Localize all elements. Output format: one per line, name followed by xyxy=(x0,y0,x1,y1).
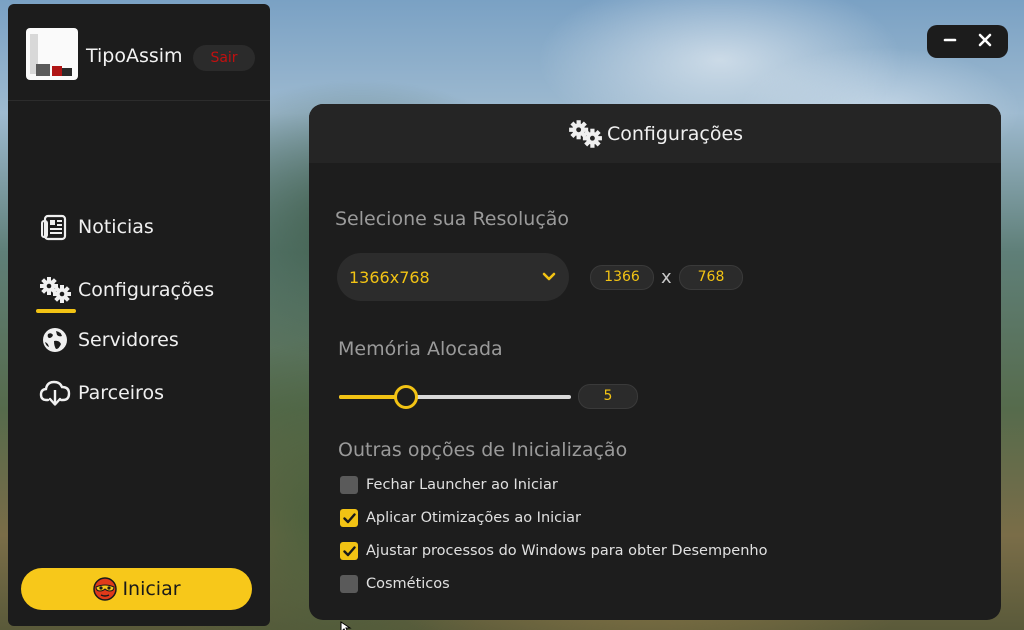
window-controls xyxy=(927,25,1008,58)
avatar xyxy=(26,28,78,80)
resolution-select[interactable]: 1366x768 xyxy=(337,253,569,301)
username: TipoAssim xyxy=(86,45,183,67)
checkbox[interactable] xyxy=(340,509,358,527)
sidebar-item-configuracoes[interactable]: Configurações xyxy=(38,273,214,307)
settings-panel: Configurações Selecione sua Resolução 13… xyxy=(309,104,1001,620)
option-ajustar-processos[interactable]: Ajustar processos do Windows para obter … xyxy=(340,542,767,560)
memory-slider[interactable] xyxy=(339,384,571,410)
active-indicator xyxy=(36,309,76,313)
sidebar-item-parceiros[interactable]: Parceiros xyxy=(38,376,164,410)
gears-icon xyxy=(38,273,72,307)
panel-header: Configurações xyxy=(309,104,1001,163)
memory-value-field[interactable]: 5 xyxy=(578,384,638,409)
memory-section-title: Memória Alocada xyxy=(338,338,503,360)
resolution-height-field[interactable]: 768 xyxy=(679,265,743,290)
newspaper-icon xyxy=(38,210,72,244)
resolution-section-title: Selecione sua Resolução xyxy=(335,208,570,230)
cloud-download-icon xyxy=(38,376,72,410)
sidebar-item-label: Servidores xyxy=(78,329,179,351)
minimize-icon xyxy=(943,32,957,51)
close-button[interactable] xyxy=(971,28,999,56)
chevron-down-icon xyxy=(541,269,557,285)
slider-thumb[interactable] xyxy=(394,385,418,409)
mouse-cursor-icon xyxy=(340,618,352,630)
startup-section-title: Outras opções de Inicialização xyxy=(338,439,628,461)
close-icon xyxy=(978,32,992,51)
option-label: Aplicar Otimizações ao Iniciar xyxy=(366,510,582,526)
divider xyxy=(8,100,270,101)
sidebar: TipoAssim Sair Noticias Configurações Se… xyxy=(8,4,270,626)
sidebar-item-label: Configurações xyxy=(78,279,215,301)
option-label: Fechar Launcher ao Iniciar xyxy=(366,477,558,493)
option-fechar-launcher[interactable]: Fechar Launcher ao Iniciar xyxy=(340,476,558,494)
sidebar-item-label: Noticias xyxy=(78,216,154,238)
panel-title: Configurações xyxy=(606,122,744,145)
checkbox[interactable] xyxy=(340,575,358,593)
start-button[interactable]: Iniciar xyxy=(21,568,252,610)
resolution-width-field[interactable]: 1366 xyxy=(590,265,654,290)
resolution-separator: x xyxy=(661,267,672,288)
resolution-value: 1366x768 xyxy=(349,267,430,287)
sidebar-item-servidores[interactable]: Servidores xyxy=(38,323,179,357)
option-label: Cosméticos xyxy=(366,576,450,592)
gears-icon xyxy=(567,118,603,150)
minimize-button[interactable] xyxy=(936,28,964,56)
sidebar-item-noticias[interactable]: Noticias xyxy=(38,210,154,244)
profile: TipoAssim Sair xyxy=(26,28,256,84)
option-label: Ajustar processos do Windows para obter … xyxy=(366,543,768,559)
sidebar-item-label: Parceiros xyxy=(78,382,164,404)
option-aplicar-otimizacoes[interactable]: Aplicar Otimizações ao Iniciar xyxy=(340,509,581,527)
mask-icon xyxy=(92,576,118,602)
checkbox[interactable] xyxy=(340,542,358,560)
option-cosmeticos[interactable]: Cosméticos xyxy=(340,575,450,593)
globe-icon xyxy=(38,323,72,357)
logout-button[interactable]: Sair xyxy=(193,45,255,71)
checkbox[interactable] xyxy=(340,476,358,494)
start-button-label: Iniciar xyxy=(122,578,181,600)
